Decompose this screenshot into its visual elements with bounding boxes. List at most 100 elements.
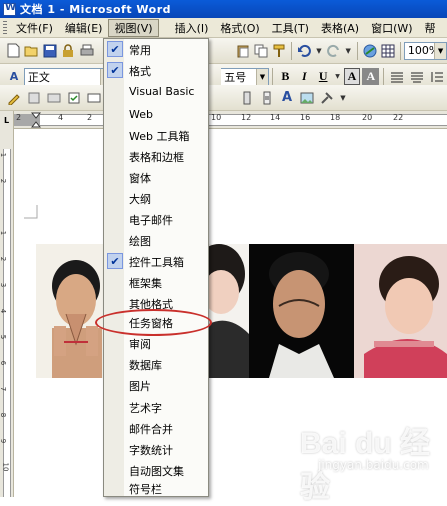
- menu-view[interactable]: 视图(V): [108, 18, 159, 37]
- menu-table[interactable]: 表格(A): [315, 19, 365, 37]
- distributed-icon[interactable]: [409, 69, 425, 85]
- copy-icon[interactable]: [254, 43, 268, 59]
- format-painter-icon[interactable]: [272, 43, 286, 59]
- new-document-icon[interactable]: [6, 43, 20, 59]
- menu-item-web-tools[interactable]: Web 工具箱: [104, 125, 208, 146]
- menu-item-visual-basic[interactable]: Visual Basic: [104, 81, 208, 102]
- toolbar-separator: [400, 41, 401, 60]
- checkmark-icon: ✔: [107, 62, 123, 78]
- menu-help[interactable]: 帮: [419, 19, 442, 37]
- menu-item-label: 图片: [129, 379, 151, 393]
- photo-person-4[interactable]: [354, 244, 447, 378]
- menu-item-label: 审阅: [129, 337, 151, 351]
- ruler-number: 1: [0, 152, 8, 158]
- underline-button[interactable]: U: [315, 68, 332, 85]
- font-size-select[interactable]: 五号 ▼: [221, 67, 269, 86]
- menu-item-control-toolbox[interactable]: ✔ 控件工具箱: [104, 251, 208, 272]
- toolbar-grip[interactable]: [3, 20, 7, 35]
- redo-dropdown-icon[interactable]: ▼: [345, 43, 352, 59]
- ruler-number: 7: [0, 386, 8, 392]
- italic-button[interactable]: I: [296, 68, 313, 85]
- ruler-number: 10: [1, 462, 10, 472]
- menu-insert[interactable]: 插入(I): [169, 19, 215, 37]
- menu-item-picture[interactable]: 图片: [104, 375, 208, 396]
- ruler-number: 3: [0, 282, 8, 288]
- menu-item-formatting[interactable]: ✔ 格式: [104, 60, 208, 81]
- indent-marker-icon[interactable]: [31, 112, 41, 128]
- menu-file[interactable]: 文件(F): [10, 19, 59, 37]
- menu-item-word-count[interactable]: 字数统计: [104, 439, 208, 460]
- menu-item-reviewing[interactable]: 审阅: [104, 333, 208, 354]
- print-icon[interactable]: [80, 43, 94, 59]
- font-size-value: 五号: [224, 70, 247, 84]
- line-spacing-icon[interactable]: [429, 69, 445, 85]
- controls-toolbar: A ▼: [0, 85, 447, 111]
- menu-edit[interactable]: 编辑(E): [59, 19, 109, 37]
- textbox-control-icon[interactable]: [86, 90, 102, 106]
- menu-item-label: 数据库: [129, 358, 162, 372]
- style-select[interactable]: 正文▼: [23, 67, 114, 86]
- open-folder-icon[interactable]: [24, 43, 39, 59]
- spin-control-icon[interactable]: [239, 90, 255, 106]
- menu-item-standard[interactable]: ✔ 常用: [104, 39, 208, 60]
- underline-dropdown-icon[interactable]: ▼: [335, 69, 341, 85]
- menu-item-label: 自动图文集: [129, 464, 184, 478]
- menu-tools[interactable]: 工具(T): [266, 19, 315, 37]
- standard-toolbar: ▼ ▼ 100% ▼: [0, 38, 447, 64]
- redo-icon[interactable]: [326, 43, 340, 59]
- photo-person-3[interactable]: [249, 244, 354, 378]
- menu-item-outlining[interactable]: 大纲: [104, 188, 208, 209]
- page-margin-corner: [24, 205, 38, 219]
- toolbar-options-icon[interactable]: ▼: [339, 90, 347, 106]
- character-border-button[interactable]: A: [343, 68, 361, 85]
- permission-icon[interactable]: [61, 43, 75, 59]
- scrollbar-control-icon[interactable]: [259, 90, 275, 106]
- menu-item-label: Web: [129, 108, 153, 121]
- menu-item-web[interactable]: Web: [104, 104, 208, 125]
- properties-icon[interactable]: [26, 90, 42, 106]
- save-icon[interactable]: [43, 43, 57, 59]
- menu-item-drawing[interactable]: 绘图: [104, 230, 208, 251]
- menu-item-label: 大纲: [129, 192, 151, 206]
- ruler-number: 2: [0, 178, 8, 184]
- hyperlink-icon[interactable]: [363, 43, 377, 59]
- menu-item-wordart[interactable]: 艺术字: [104, 397, 208, 418]
- justify-icon[interactable]: [389, 69, 405, 85]
- ruler-number: 20: [362, 113, 373, 122]
- menu-format[interactable]: 格式(O): [214, 19, 265, 37]
- tab-selector-icon[interactable]: L: [0, 111, 14, 129]
- more-controls-icon[interactable]: [319, 90, 335, 106]
- label-control-icon[interactable]: A: [279, 90, 295, 106]
- menu-item-label: 电子邮件: [129, 213, 173, 227]
- menu-item-email[interactable]: 电子邮件: [104, 209, 208, 230]
- image-control-icon[interactable]: [299, 90, 315, 106]
- ruler-number: 16: [300, 113, 311, 122]
- view-code-icon[interactable]: [46, 90, 62, 106]
- zoom-select[interactable]: 100% ▼: [403, 41, 447, 60]
- menu-item-frames[interactable]: 框架集: [104, 272, 208, 293]
- design-mode-icon[interactable]: [6, 90, 22, 106]
- menu-item-symbol-bar[interactable]: 符号栏: [104, 478, 208, 499]
- baidu-watermark: Bai du 经验 jingyan.baidu.com: [300, 418, 445, 504]
- paste-icon[interactable]: [236, 43, 250, 59]
- tables-borders-icon[interactable]: [381, 43, 395, 59]
- ruler-number: 2: [0, 256, 8, 262]
- menu-window[interactable]: 窗口(W): [365, 19, 418, 37]
- horizontal-ruler[interactable]: L 2 4 2 10 12 14 16 18 20 22: [0, 111, 447, 129]
- undo-dropdown-icon[interactable]: ▼: [315, 43, 322, 59]
- undo-icon[interactable]: [297, 43, 312, 59]
- menu-item-label: 控件工具箱: [129, 255, 184, 269]
- photo-person-2[interactable]: [209, 244, 249, 378]
- menu-item-mail-merge[interactable]: 邮件合并: [104, 418, 208, 439]
- bold-button[interactable]: B: [277, 68, 294, 85]
- menu-item-database[interactable]: 数据库: [104, 354, 208, 375]
- styles-formatting-icon[interactable]: A: [6, 69, 22, 85]
- vertical-ruler[interactable]: 1 2 1 2 3 4 5 6 7 8 9 10: [0, 129, 14, 497]
- word-app-icon[interactable]: [3, 2, 16, 16]
- menu-item-forms[interactable]: 窗体: [104, 167, 208, 188]
- character-shading-button[interactable]: A: [362, 68, 380, 85]
- portrait-image: [354, 244, 447, 378]
- ruler-number: 4: [0, 308, 8, 314]
- checkbox-control-icon[interactable]: [66, 90, 82, 106]
- menu-item-tables-borders[interactable]: 表格和边框: [104, 146, 208, 167]
